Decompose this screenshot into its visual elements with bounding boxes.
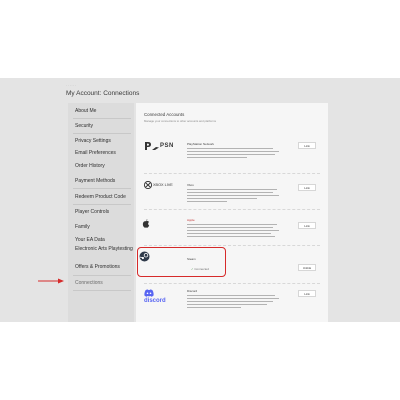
description-line <box>187 198 257 200</box>
description-line <box>187 307 241 309</box>
sidebar-item-family[interactable]: Family <box>68 221 134 233</box>
section-title: Connected Accounts <box>144 112 185 117</box>
section-subtitle: Manage your connections to other account… <box>144 119 216 123</box>
description-line <box>187 151 279 153</box>
sidebar-item-email-preferences[interactable]: Email Preferences <box>68 147 134 159</box>
sidebar-item-player-controls[interactable]: Player Controls <box>68 206 134 218</box>
description-line <box>187 233 271 235</box>
highlight-box <box>137 247 226 277</box>
description-line <box>187 236 275 238</box>
service-name: PlayStation Network <box>187 142 215 146</box>
connections-panel: Connected Accounts Manage your connectio… <box>136 103 328 322</box>
sidebar-divider <box>73 118 131 119</box>
link-button-playstation[interactable]: Link <box>298 142 316 149</box>
sidebar-item-security[interactable]: Security <box>68 120 134 132</box>
description-line <box>187 189 277 191</box>
description-line <box>187 154 275 156</box>
description-line <box>187 201 227 203</box>
xbox-logo-text: XBOX LIVE <box>153 183 173 187</box>
arrow-icon <box>38 278 64 284</box>
account-sidebar: About Me Security Privacy Settings Email… <box>68 103 134 322</box>
sidebar-divider <box>73 133 131 134</box>
description-line <box>187 230 279 232</box>
description-line <box>187 148 273 150</box>
description-line <box>187 295 275 297</box>
sidebar-divider <box>73 188 131 189</box>
unlink-button-steam[interactable]: Unlink <box>298 264 316 271</box>
apple-icon <box>142 219 150 228</box>
sidebar-divider <box>73 204 131 205</box>
service-name: Xbox <box>187 183 194 187</box>
service-name: Apple <box>187 218 195 222</box>
breadcrumb: · · · · · · <box>66 83 77 87</box>
sidebar-item-order-history[interactable]: Order History <box>68 160 134 172</box>
link-button-discord[interactable]: Link <box>298 290 316 297</box>
sidebar-divider <box>73 275 131 276</box>
sidebar-item-about-me[interactable]: About Me <box>68 105 134 117</box>
xbox-icon: XBOX LIVE <box>144 181 173 189</box>
playstation-logo-text: PSN <box>160 143 174 149</box>
description-line <box>187 227 273 229</box>
description-line <box>187 195 279 197</box>
description-line <box>187 192 273 194</box>
discord-logo-text: discord <box>144 298 166 304</box>
sidebar-item-privacy-settings[interactable]: Privacy Settings <box>68 135 134 147</box>
link-button-apple[interactable]: Link <box>298 222 316 229</box>
description-line <box>187 298 279 300</box>
description-line <box>187 304 267 306</box>
sidebar-item-payment-methods[interactable]: Payment Methods <box>68 175 134 187</box>
row-divider <box>144 245 320 246</box>
row-divider <box>144 209 320 210</box>
description-line <box>187 224 277 226</box>
description-line <box>187 157 247 159</box>
sidebar-item-offers-promotions[interactable]: Offers & Promotions <box>68 261 134 273</box>
sidebar-divider <box>73 290 131 291</box>
page-title: My Account: Connections <box>66 90 140 97</box>
service-name: Discord <box>187 289 198 293</box>
sidebar-item-redeem-product-code[interactable]: Redeem Product Code <box>68 191 134 203</box>
link-button-xbox[interactable]: Link <box>298 184 316 191</box>
playstation-icon: PSN <box>144 141 174 151</box>
row-divider <box>144 283 320 284</box>
sidebar-item-connections[interactable]: Connections <box>68 277 134 289</box>
row-divider <box>144 173 320 174</box>
sidebar-item-playtesting[interactable]: Electronic Arts Playtesting <box>68 245 134 259</box>
discord-icon <box>144 289 154 297</box>
description-line <box>187 301 273 303</box>
